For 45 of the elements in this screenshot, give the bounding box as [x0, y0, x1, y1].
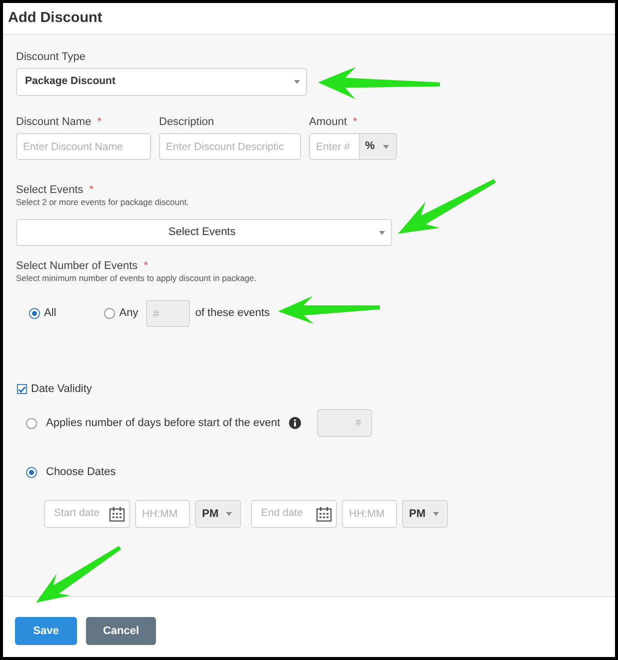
time-field[interactable]: HH:MM	[135, 500, 190, 528]
checkbox[interactable]	[17, 384, 27, 394]
field-label: Amount	[309, 115, 347, 129]
unit-select[interactable]: %	[360, 133, 397, 160]
option-label[interactable]: Choose Dates	[46, 464, 116, 480]
calendar-icon	[109, 506, 125, 522]
radio-button[interactable]	[26, 466, 37, 478]
amount-field[interactable]: Enter #	[309, 133, 360, 160]
calendar-icon	[316, 506, 332, 522]
required-mark: *	[144, 259, 148, 273]
field-label: Discount Type	[16, 50, 86, 64]
save-button[interactable]: Save	[15, 617, 77, 645]
period-select[interactable]: PM	[402, 500, 448, 528]
checkmark-icon	[18, 386, 26, 392]
field-label: Discount Name	[16, 115, 92, 129]
radio-button[interactable]	[26, 418, 37, 428]
field-label: Select Events	[16, 183, 84, 197]
option-label[interactable]: Any	[119, 305, 138, 322]
text-field[interactable]: Enter Discount Name	[16, 133, 151, 160]
events-select[interactable]: Select Events	[16, 219, 392, 246]
cancel-button[interactable]: Cancel	[86, 617, 156, 645]
caret-icon	[379, 230, 385, 234]
hint-text: Select 2 or more events for package discount.	[16, 197, 189, 207]
required-mark: *	[352, 115, 358, 129]
caret-icon	[383, 144, 389, 148]
dialog-title: Add Discount	[8, 8, 102, 28]
checkbox-label[interactable]: Date Validity	[31, 380, 92, 398]
period-select[interactable]: PM	[195, 500, 241, 528]
radio-button[interactable]	[104, 308, 116, 319]
caret-icon	[226, 512, 232, 516]
info-icon[interactable]	[289, 417, 302, 429]
required-mark: *	[97, 115, 102, 129]
field-label: Description	[159, 115, 214, 129]
option-label[interactable]: All	[44, 305, 56, 322]
discount-type-select[interactable]: Package Discount	[16, 68, 307, 96]
required-mark: *	[89, 183, 94, 197]
text-field[interactable]: Enter Discount Descriptic	[159, 133, 301, 160]
radio-button[interactable]	[29, 308, 40, 319]
option-label[interactable]: Applies number of days before start of the event	[46, 414, 280, 432]
hint-text: Select minimum number of events to apply discount in package.	[16, 273, 256, 283]
time-field[interactable]: HH:MM	[342, 500, 397, 528]
field-label: Select Number of Events	[16, 259, 138, 273]
option-suffix: of these events	[195, 306, 270, 322]
caret-icon	[433, 512, 439, 516]
caret-icon	[294, 80, 300, 84]
